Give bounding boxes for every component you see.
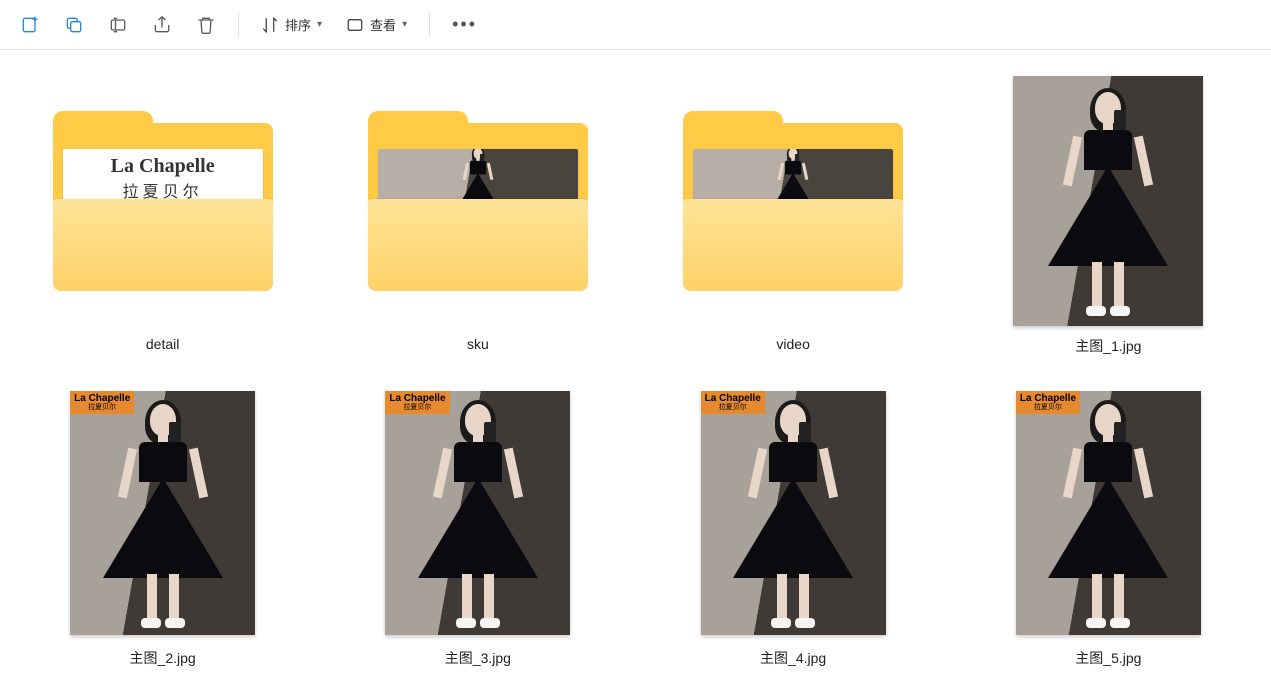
sort-label: 排序 <box>285 15 311 34</box>
item-name: 主图_2.jpg <box>130 648 196 668</box>
sort-icon <box>261 16 279 34</box>
folder-item[interactable]: video <box>641 70 946 362</box>
thumbnail: La Chapelle拉夏贝尔 <box>368 388 588 638</box>
thumbnail <box>998 76 1218 326</box>
folder-icon <box>368 111 588 291</box>
thumbnail <box>368 76 588 326</box>
thumbnail: La Chapelle拉夏贝尔 <box>683 388 903 638</box>
folder-item[interactable]: La Chapelle 拉夏贝尔 La Chapelle在法语中是“小教堂”的意… <box>10 70 315 362</box>
toolbar: 排序 ▾ 查看 ▾ ••• <box>0 0 1271 50</box>
thumbnail: La Chapelle拉夏贝尔 <box>998 388 1218 638</box>
photo-thumbnail <box>1013 76 1203 326</box>
thumbnail: La Chapelle拉夏贝尔 <box>53 388 273 638</box>
image-item[interactable]: La Chapelle拉夏贝尔 主图_5.jpg <box>956 382 1261 674</box>
share-button[interactable] <box>142 5 182 45</box>
folder-icon: La Chapelle 拉夏贝尔 La Chapelle在法语中是“小教堂”的意… <box>53 111 273 291</box>
thumbnail <box>683 76 903 326</box>
image-item[interactable]: La Chapelle拉夏贝尔 主图_2.jpg <box>10 382 315 674</box>
item-name: 主图_1.jpg <box>1075 336 1141 356</box>
copy-button[interactable] <box>54 5 94 45</box>
photo-thumbnail: La Chapelle拉夏贝尔 <box>1016 391 1201 635</box>
view-menu[interactable]: 查看 ▾ <box>336 5 417 45</box>
photo-thumbnail: La Chapelle拉夏贝尔 <box>701 391 886 635</box>
item-name: 主图_5.jpg <box>1075 648 1141 668</box>
more-button[interactable]: ••• <box>442 14 487 35</box>
separator <box>238 13 239 37</box>
image-item[interactable]: La Chapelle拉夏贝尔 主图_4.jpg <box>641 382 946 674</box>
delete-button[interactable] <box>186 5 226 45</box>
sort-menu[interactable]: 排序 ▾ <box>251 5 332 45</box>
items-grid: La Chapelle 拉夏贝尔 La Chapelle在法语中是“小教堂”的意… <box>0 50 1271 694</box>
rename-button[interactable] <box>98 5 138 45</box>
image-item[interactable]: 主图_1.jpg <box>956 70 1261 362</box>
photo-thumbnail: La Chapelle拉夏贝尔 <box>385 391 570 635</box>
folder-item[interactable]: sku <box>325 70 630 362</box>
item-name: sku <box>467 336 489 352</box>
separator <box>429 13 430 37</box>
item-name: detail <box>146 336 179 352</box>
chevron-down-icon: ▾ <box>317 19 322 30</box>
folder-icon <box>683 111 903 291</box>
item-name: 主图_4.jpg <box>760 648 826 668</box>
image-item[interactable]: La Chapelle拉夏贝尔 主图_3.jpg <box>325 382 630 674</box>
thumbnail: La Chapelle 拉夏贝尔 La Chapelle在法语中是“小教堂”的意… <box>53 76 273 326</box>
photo-thumbnail: La Chapelle拉夏贝尔 <box>70 391 255 635</box>
new-item-button[interactable] <box>10 5 50 45</box>
view-icon <box>346 16 364 34</box>
item-name: 主图_3.jpg <box>445 648 511 668</box>
item-name: video <box>776 336 809 352</box>
view-label: 查看 <box>370 15 396 34</box>
chevron-down-icon: ▾ <box>402 19 407 30</box>
